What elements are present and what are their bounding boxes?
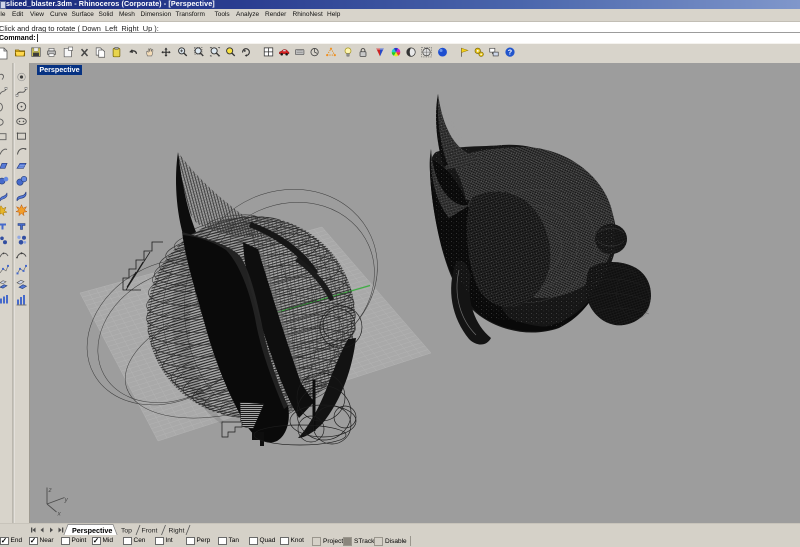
svg-text:x: x (57, 511, 62, 518)
svg-text:z: z (48, 487, 53, 494)
svg-text:Right: Right (169, 528, 185, 535)
svg-text:Perspective: Perspective (72, 526, 112, 535)
svg-text:?: ? (508, 48, 512, 57)
svg-text:Top: Top (121, 528, 132, 535)
svg-text:y: y (64, 497, 69, 504)
svg-text:Front: Front (142, 528, 158, 535)
